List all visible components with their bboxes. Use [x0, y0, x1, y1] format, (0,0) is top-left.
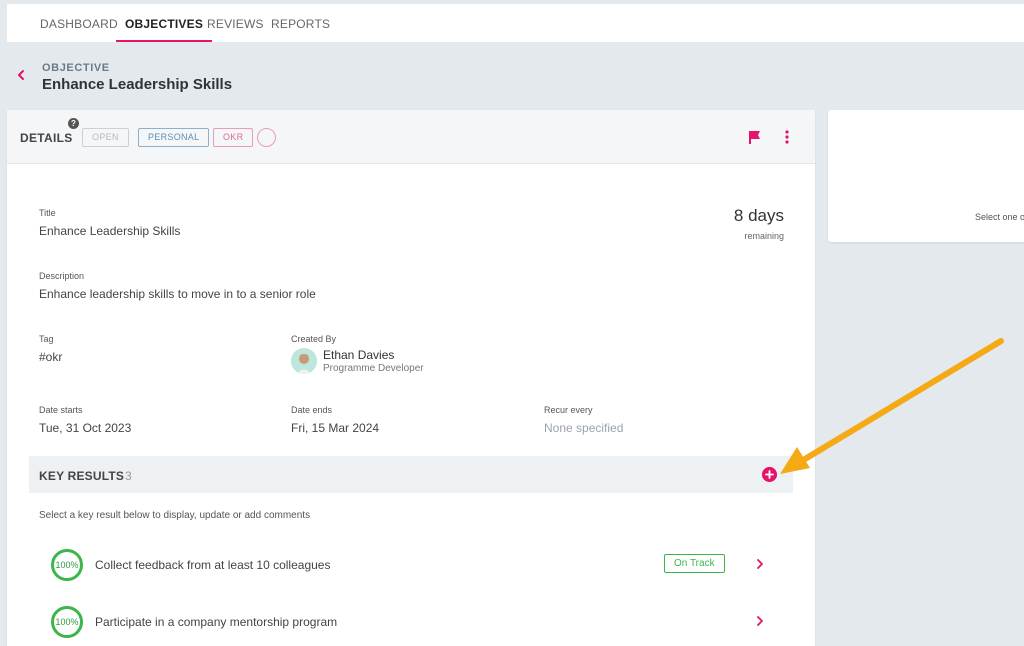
recur-value: None specified	[544, 421, 624, 435]
progress-ring-label: 100%	[55, 560, 79, 570]
date-starts-value: Tue, 31 Oct 2023	[39, 421, 132, 435]
creator-name: Ethan Davies	[323, 348, 395, 362]
progress-circle-icon	[257, 128, 276, 147]
days-remaining: 8 days	[733, 206, 784, 225]
page-kicker: OBJECTIVE	[42, 62, 110, 74]
status-badge: On Track	[664, 554, 725, 573]
page-title: Enhance Leadership Skills	[42, 76, 233, 93]
creator-role: Programme Developer	[323, 363, 424, 374]
chevron-right-icon[interactable]	[756, 615, 764, 627]
details-card: DETAILS ? OPEN PERSONAL OKR Title Enhanc…	[7, 110, 815, 646]
title-value: Enhance Leadership Skills	[39, 224, 181, 238]
flag-icon[interactable]	[748, 130, 762, 145]
key-result-panel: Select one o	[828, 110, 1024, 242]
details-header: DETAILS ? OPEN PERSONAL OKR	[7, 110, 815, 164]
chevron-right-icon[interactable]	[756, 558, 764, 570]
status-chip-open: OPEN	[82, 128, 129, 147]
date-starts-label: Date starts	[39, 405, 83, 415]
key-result-text: Participate in a company mentorship prog…	[95, 615, 338, 629]
key-results-title: KEY RESULTS	[39, 469, 125, 483]
days-remaining-label: remaining	[744, 231, 784, 241]
key-result-text: Collect feedback from at least 10 collea…	[95, 558, 331, 572]
progress-ring: 100%	[51, 606, 83, 638]
help-icon[interactable]: ?	[68, 118, 79, 129]
add-key-result-icon[interactable]	[762, 467, 777, 482]
type-chip-personal: PERSONAL	[138, 128, 210, 147]
tab-objectives[interactable]: OBJECTIVES	[116, 4, 213, 42]
title-label: Title	[39, 208, 56, 218]
key-results-count: 3	[125, 469, 132, 483]
date-ends-value: Fri, 15 Mar 2024	[291, 421, 380, 435]
tab-dashboard[interactable]: DASHBOARD	[40, 4, 118, 42]
key-result-row[interactable]: 100% Participate in a company mentorship…	[29, 599, 793, 646]
tab-reviews[interactable]: REVIEWS	[207, 4, 264, 42]
key-results-hint: Select a key result below to display, up…	[39, 510, 311, 521]
progress-ring-label: 100%	[55, 617, 79, 627]
chevron-left-icon[interactable]	[14, 66, 28, 84]
avatar	[291, 348, 317, 374]
created-by-label: Created By	[291, 334, 337, 344]
details-label: DETAILS	[20, 131, 73, 145]
recur-label: Recur every	[544, 405, 593, 415]
top-nav: DASHBOARD OBJECTIVES REVIEWS REPORTS	[7, 4, 1024, 42]
tab-reports[interactable]: REPORTS	[271, 4, 330, 42]
key-results-header: KEY RESULTS 3	[29, 456, 793, 493]
date-ends-label: Date ends	[291, 405, 333, 415]
key-result-row[interactable]: 100% Collect feedback from at least 10 c…	[29, 542, 793, 592]
description-value: Enhance leadership skills to move in to …	[39, 287, 316, 301]
type-chip-okr: OKR	[213, 128, 254, 147]
more-options-icon[interactable]	[782, 129, 792, 145]
description-label: Description	[39, 271, 85, 281]
progress-ring: 100%	[51, 549, 83, 581]
tag-value: #okr	[39, 350, 63, 364]
tag-label: Tag	[39, 334, 54, 344]
key-result-panel-hint: Select one o	[975, 212, 1024, 222]
